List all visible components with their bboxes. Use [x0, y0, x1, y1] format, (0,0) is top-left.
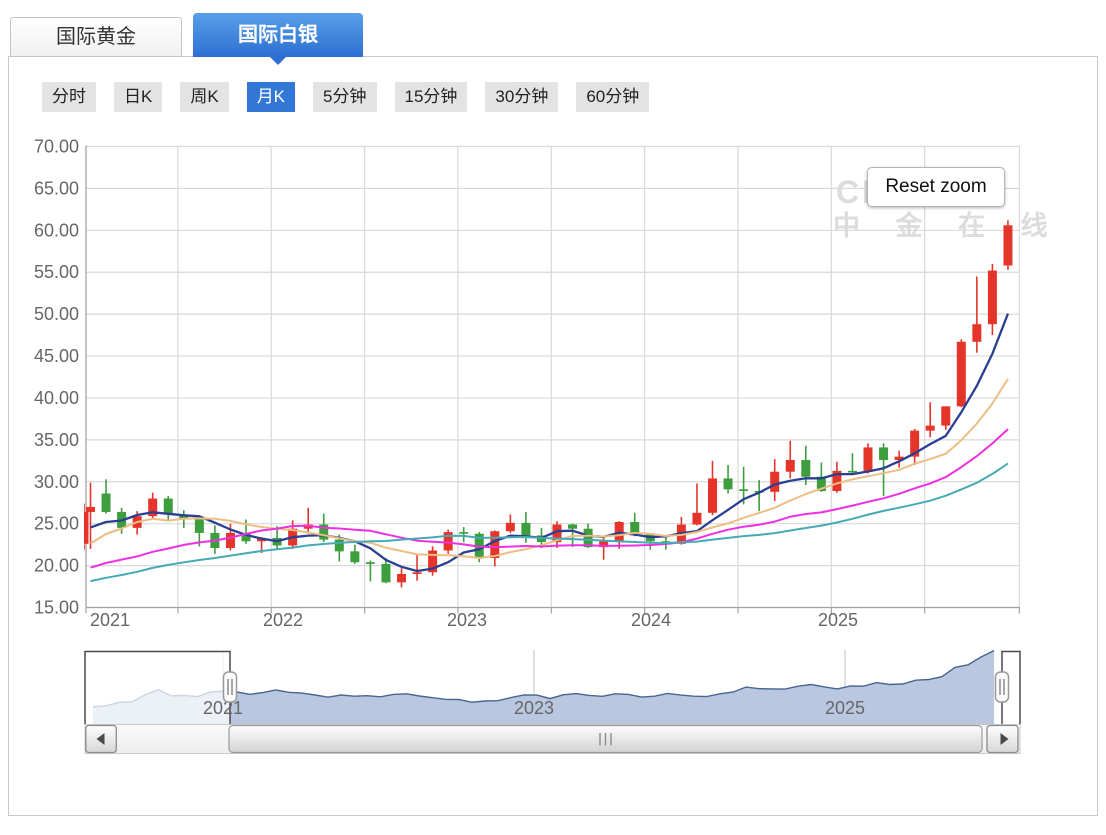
candle	[86, 507, 95, 512]
candle	[397, 574, 406, 582]
candle	[459, 532, 468, 534]
svg-text:中 金 在 线: 中 金 在 线	[833, 210, 1062, 241]
period-button-5min[interactable]: 5分钟	[313, 82, 376, 112]
candle	[957, 342, 966, 407]
candle	[381, 564, 390, 582]
candle	[801, 460, 810, 477]
y-axis-labels: 70.00 65.00 60.00 55.00 50.00 45.00 40.00 35.00…	[34, 137, 79, 618]
candle	[506, 523, 515, 531]
period-toolbar: 分时 日K 周K 月K 5分钟 15分钟 30分钟 60分钟	[42, 82, 649, 112]
svg-text:2022: 2022	[263, 610, 303, 630]
svg-text:65.00: 65.00	[34, 178, 79, 198]
svg-text:2023: 2023	[447, 610, 487, 630]
svg-text:60.00: 60.00	[34, 220, 79, 240]
candle	[724, 478, 733, 489]
candle	[926, 426, 935, 431]
svg-text:2023: 2023	[514, 698, 554, 718]
period-button-daily[interactable]: 日K	[114, 82, 162, 112]
tab-international-gold[interactable]: 国际黄金	[10, 17, 182, 57]
candlestick-series	[80, 220, 1013, 587]
candle	[941, 406, 950, 425]
svg-text:2021: 2021	[90, 610, 130, 630]
svg-text:20.00: 20.00	[34, 556, 79, 576]
period-button-minute[interactable]: 分时	[42, 82, 96, 112]
x-axis-labels: 2021 2022 2023 2024 2025	[90, 610, 858, 630]
candle	[350, 551, 359, 562]
navigator-right-handle[interactable]	[996, 672, 1009, 702]
svg-text:55.00: 55.00	[34, 262, 79, 282]
stock-chart-canvas: CN中 金 在 线70.0065.0060.0055.0050.0045.004…	[0, 0, 1106, 830]
tab-label: 国际白银	[238, 24, 318, 46]
candle	[80, 512, 89, 544]
candle	[226, 533, 235, 548]
silver-chart-page: { "tabs": [ {"label": "国际黄金", "active": …	[0, 0, 1106, 830]
tab-international-silver[interactable]: 国际白银	[193, 13, 363, 57]
candle	[164, 499, 173, 515]
candle	[1003, 225, 1012, 265]
candle	[739, 489, 748, 491]
candle	[102, 494, 111, 512]
period-button-30min[interactable]: 30分钟	[485, 82, 558, 112]
svg-text:45.00: 45.00	[34, 346, 79, 366]
candle	[770, 472, 779, 492]
svg-text:70.00: 70.00	[34, 137, 79, 157]
svg-text:2025: 2025	[825, 698, 865, 718]
ma30-line	[91, 463, 1009, 581]
candle	[366, 562, 375, 564]
period-button-weekly[interactable]: 周K	[180, 82, 228, 112]
reset-zoom-button[interactable]: Reset zoom	[867, 167, 1005, 207]
candle	[521, 523, 530, 536]
candle	[972, 324, 981, 342]
candle	[786, 460, 795, 472]
navigator-left-handle[interactable]	[224, 672, 237, 702]
period-button-60min[interactable]: 60分钟	[576, 82, 649, 112]
candle	[708, 478, 717, 512]
active-tab-pointer-icon	[270, 57, 286, 65]
stock-chart[interactable]: CN中 金 在 线70.0065.0060.0055.0050.0045.004…	[0, 0, 1106, 835]
candle	[568, 525, 577, 529]
period-button-15min[interactable]: 15分钟	[395, 82, 468, 112]
period-button-monthly[interactable]: 月K	[247, 82, 295, 112]
svg-text:15.00: 15.00	[34, 598, 79, 618]
candle	[335, 540, 344, 552]
svg-text:2025: 2025	[818, 610, 858, 630]
candle	[413, 572, 422, 574]
svg-text:30.00: 30.00	[34, 472, 79, 492]
svg-text:50.00: 50.00	[34, 304, 79, 324]
svg-text:25.00: 25.00	[34, 514, 79, 534]
candle	[879, 447, 888, 460]
candle	[848, 471, 857, 473]
svg-text:2021: 2021	[203, 698, 243, 718]
candle	[490, 531, 499, 558]
tab-label: 国际黄金	[56, 26, 136, 48]
candle	[195, 519, 204, 532]
candle	[692, 513, 701, 525]
candle	[864, 447, 873, 471]
scrollbar[interactable]	[85, 725, 1020, 754]
candle	[988, 271, 997, 325]
svg-text:35.00: 35.00	[34, 430, 79, 450]
svg-text:40.00: 40.00	[34, 388, 79, 408]
svg-text:2024: 2024	[631, 610, 671, 630]
ma5-line	[91, 314, 1009, 571]
